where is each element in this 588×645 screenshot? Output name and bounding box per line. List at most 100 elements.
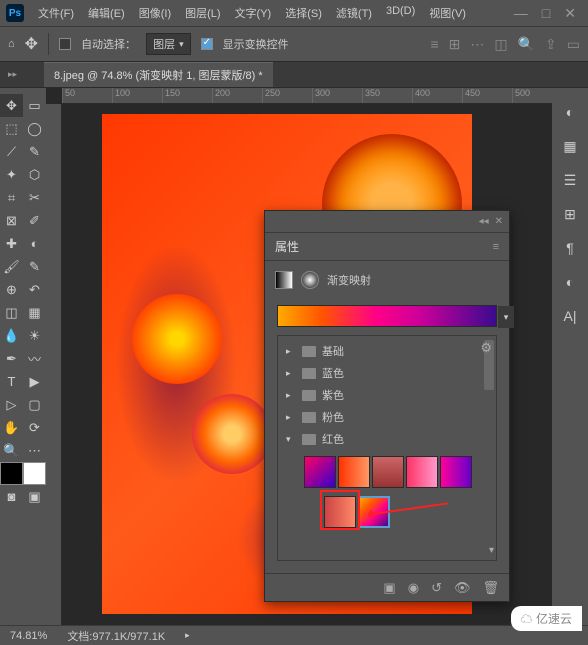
brush-tool[interactable]: 🖌 [0, 255, 23, 278]
window-maximize-icon[interactable]: □ [542, 5, 550, 22]
patch-tool[interactable]: ◐ [23, 232, 46, 255]
dodge-tool[interactable]: ☀ [23, 324, 46, 347]
screen-mode-toggle[interactable]: ▣ [23, 485, 46, 508]
view-previous-icon[interactable]: ◉ [408, 580, 419, 596]
spot-heal-tool[interactable]: ✚ [0, 232, 23, 255]
pencil-tool[interactable]: ✎ [23, 255, 46, 278]
preset-folder-blue[interactable]: ▸蓝色 [278, 362, 496, 384]
blur-tool[interactable]: 💧 [0, 324, 23, 347]
zoom-tool[interactable]: 🔍 [0, 439, 23, 462]
workspace-icon[interactable]: ▭ [567, 36, 580, 53]
preset-folder-basic[interactable]: ▸基础 [278, 340, 496, 362]
quick-mask-toggle[interactable]: ◙ [0, 485, 23, 508]
mask-icon[interactable] [301, 271, 319, 289]
properties-tab[interactable]: 属性 [275, 238, 299, 255]
gradient-swatch[interactable] [406, 456, 438, 488]
hand-tool[interactable]: ✋ [0, 416, 23, 439]
delete-icon[interactable]: 🗑 [482, 580, 499, 596]
more-icon[interactable]: ⋯ [470, 36, 484, 53]
gradient-swatch[interactable] [304, 456, 336, 488]
slice-tool[interactable]: ✂ [23, 186, 46, 209]
menu-type[interactable]: 文字(Y) [229, 1, 278, 25]
home-icon[interactable]: ⌂ [8, 38, 15, 50]
menu-select[interactable]: 选择(S) [279, 1, 328, 25]
libraries-panel-icon[interactable]: ⊞ [560, 204, 580, 224]
menu-filter[interactable]: 滤镜(T) [330, 1, 378, 25]
gear-icon[interactable]: ⚙ [480, 340, 492, 356]
move-tool[interactable]: ✥ [0, 94, 23, 117]
gradient-swatch[interactable] [372, 456, 404, 488]
align-icon[interactable]: ≡ [430, 36, 438, 53]
rectangle-tool[interactable]: ▢ [23, 393, 46, 416]
eraser-tool[interactable]: ◫ [0, 301, 23, 324]
magic-wand-tool[interactable]: ✦ [0, 163, 23, 186]
adjustments-panel-icon[interactable]: ☰ [560, 170, 580, 190]
gradient-tool[interactable]: ▦ [23, 301, 46, 324]
color-panel-icon[interactable]: ◐ [560, 102, 580, 122]
background-color[interactable] [23, 462, 46, 485]
panel-toggle-icon[interactable]: ▸▸ [8, 69, 17, 80]
search-icon[interactable]: 🔍 [518, 36, 535, 53]
autoselect-checkbox[interactable] [59, 38, 71, 50]
layers-panel-icon[interactable]: ◐ [560, 272, 580, 292]
swatches-panel-icon[interactable]: ▦ [560, 136, 580, 156]
foreground-color[interactable] [0, 462, 23, 485]
zoom-level[interactable]: 74.81% [10, 630, 47, 642]
status-expand-icon[interactable]: ▸ [185, 630, 190, 641]
document-size[interactable]: 文档:977.1K/977.1K [67, 628, 165, 644]
menu-layer[interactable]: 图层(L) [179, 1, 226, 25]
share-icon[interactable]: ⇪ [545, 36, 557, 53]
autoselect-label: 自动选择： [81, 36, 136, 52]
gradient-preview[interactable]: ▾ [277, 305, 497, 327]
direct-select-tool[interactable]: ▷ [0, 393, 23, 416]
paragraph-panel-icon[interactable]: ¶ [560, 238, 580, 258]
eyedropper-tool[interactable]: ✐ [23, 209, 46, 232]
menu-edit[interactable]: 编辑(E) [82, 1, 131, 25]
object-select-tool[interactable]: ⬡ [23, 163, 46, 186]
preset-folder-pink[interactable]: ▸粉色 [278, 406, 496, 428]
distribute-icon[interactable]: ⊞ [449, 36, 461, 53]
menu-file[interactable]: 文件(F) [32, 1, 80, 25]
gradient-swatch[interactable] [324, 496, 356, 528]
window-minimize-icon[interactable]: — [514, 5, 528, 22]
quick-select-tool[interactable]: ✎ [23, 140, 46, 163]
artboard-tool[interactable]: ▭ [23, 94, 46, 117]
marquee-tool[interactable]: ⬚ [0, 117, 23, 140]
preset-folder-red[interactable]: ▾红色 [278, 428, 496, 450]
clip-to-layer-icon[interactable]: ▣ [383, 580, 395, 596]
show-transform-checkbox[interactable] [201, 38, 213, 50]
panel-close-icon[interactable]: ✕ [495, 216, 503, 227]
properties-panel: ◂◂ ✕ 属性 ≡ 渐变映射 ▾ ⚙ ▸基础 ▸蓝色 ▸紫色 ▸粉色 ▾红色 [264, 210, 510, 602]
scroll-down-icon[interactable]: ▾ [489, 545, 494, 556]
window-close-icon[interactable]: ✕ [564, 5, 576, 22]
gradient-swatch[interactable] [440, 456, 472, 488]
menu-bar: 文件(F) 编辑(E) 图像(I) 图层(L) 文字(Y) 选择(S) 滤镜(T… [32, 1, 514, 25]
character-panel-icon[interactable]: A| [560, 306, 580, 326]
panel-collapse-icon[interactable]: ◂◂ [479, 216, 489, 227]
rotate-view-tool[interactable]: ⟳ [23, 416, 46, 439]
menu-view[interactable]: 视图(V) [423, 1, 472, 25]
panel-menu-icon[interactable]: ≡ [493, 241, 499, 253]
menu-3d[interactable]: 3D(D) [380, 1, 421, 25]
visibility-icon[interactable]: 👁 [454, 580, 471, 596]
freeform-pen-tool[interactable]: 〰 [23, 347, 46, 370]
ellipse-marquee-tool[interactable]: ◯ [23, 117, 46, 140]
edit-toolbar[interactable]: ⋯ [23, 439, 46, 462]
history-brush-tool[interactable]: ↶ [23, 278, 46, 301]
autoselect-target-dropdown[interactable]: 图层▾ [146, 33, 191, 55]
adjustment-type-label: 渐变映射 [327, 272, 371, 288]
gradient-swatch[interactable] [338, 456, 370, 488]
crop-tool[interactable]: ⌗ [0, 186, 23, 209]
preset-folder-purple[interactable]: ▸紫色 [278, 384, 496, 406]
document-tab[interactable]: 8.jpeg @ 74.8% (渐变映射 1, 图层蒙版/8) * [44, 62, 273, 87]
clone-stamp-tool[interactable]: ⊕ [0, 278, 23, 301]
type-tool[interactable]: T [0, 370, 23, 393]
reset-icon[interactable]: ↺ [431, 580, 442, 596]
path-select-tool[interactable]: ▶ [23, 370, 46, 393]
lasso-tool[interactable]: ⟋ [0, 140, 23, 163]
menu-image[interactable]: 图像(I) [133, 1, 177, 25]
gradient-dropdown-icon[interactable]: ▾ [498, 306, 514, 328]
frame-tool[interactable]: ⊠ [0, 209, 23, 232]
3d-mode-icon[interactable]: ◫ [494, 36, 507, 53]
pen-tool[interactable]: ✒ [0, 347, 23, 370]
